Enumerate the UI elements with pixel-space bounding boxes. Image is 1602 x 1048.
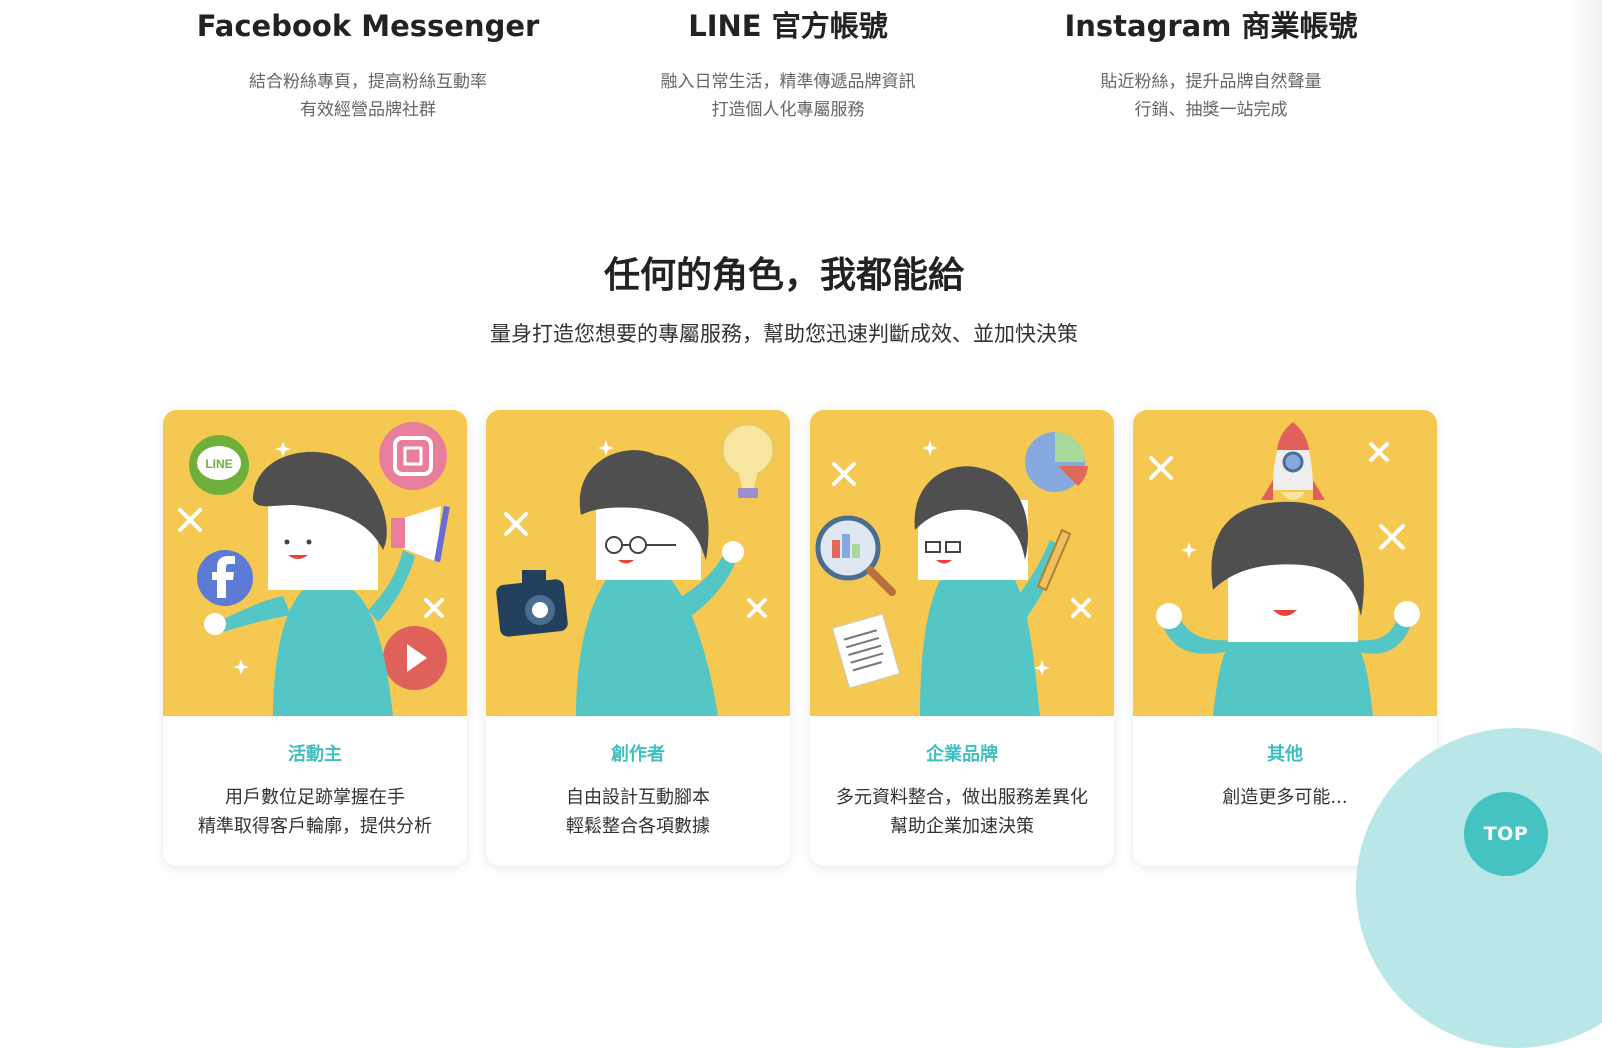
role-name: 企業品牌 xyxy=(926,744,998,765)
role-card-event-host[interactable]: LINE 活動主 用戶數位足跡掌握在手 精準取得客戶輪廓，提供分析 xyxy=(163,410,467,866)
lightbulb-icon xyxy=(720,422,776,498)
play-icon xyxy=(383,626,447,690)
sparkle-icon xyxy=(1181,542,1197,558)
character xyxy=(1156,501,1420,716)
platform-title: Facebook Messenger xyxy=(196,9,540,43)
others-illustration xyxy=(1133,410,1437,716)
role-card-creator[interactable]: 創作者 自由設計互動腳本 輕鬆整合各項數據 xyxy=(486,410,790,866)
character xyxy=(576,450,744,716)
line-logo-text: LINE xyxy=(205,457,232,471)
role-name: 其他 xyxy=(1267,744,1303,765)
camera-icon xyxy=(496,570,568,637)
instagram-icon xyxy=(379,422,447,490)
platform-title: Instagram 商業帳號 xyxy=(1064,9,1358,43)
event-host-illustration: LINE xyxy=(163,410,467,716)
role-name: 創作者 xyxy=(611,744,665,765)
role-card-enterprise-brand[interactable]: 企業品牌 多元資料整合，做出服務差異化 幫助企業加速決策 xyxy=(810,410,1114,866)
platform-description: 貼近粉絲，提升品牌自然聲量 行銷、抽獎一站完成 xyxy=(1100,72,1322,120)
role-description: 用戶數位足跡掌握在手 精準取得客戶輪廓，提供分析 xyxy=(198,787,432,837)
platform-description: 結合粉絲專頁，提高粉絲互動率 有效經營品牌社群 xyxy=(249,72,487,120)
section-title: 任何的角色，我都能給 xyxy=(603,255,964,296)
section-subtitle: 量身打造您想要的專屬服務，幫助您迅速判斷成效、並加快決策 xyxy=(490,322,1078,346)
character xyxy=(914,466,1062,716)
role-description: 自由設計互動腳本 輕鬆整合各項數據 xyxy=(566,787,710,837)
creator-illustration xyxy=(486,410,790,716)
platform-list: Facebook Messenger 結合粉絲專頁，提高粉絲互動率 有效經營品牌… xyxy=(0,0,1568,150)
megaphone-icon xyxy=(391,505,450,563)
facebook-icon xyxy=(197,550,253,606)
enterprise-illustration xyxy=(810,410,1114,716)
rocket-icon xyxy=(1261,422,1325,500)
magnifier-icon xyxy=(815,515,896,596)
platform-instagram-business: Instagram 商業帳號 貼近粉絲，提升品牌自然聲量 行銷、抽獎一站完成 xyxy=(1001,6,1421,124)
pie-chart-icon xyxy=(1025,432,1088,492)
back-to-top-button[interactable]: TOP xyxy=(1464,792,1548,876)
role-description: 多元資料整合，做出服務差異化 幫助企業加速決策 xyxy=(836,787,1088,837)
platform-title: LINE 官方帳號 xyxy=(688,9,888,43)
role-name: 活動主 xyxy=(288,744,342,765)
platform-line-official: LINE 官方帳號 融入日常生活，精準傳遞品牌資訊 打造個人化專屬服務 xyxy=(578,6,998,124)
line-logo-icon: LINE xyxy=(189,435,249,495)
platform-description: 融入日常生活，精準傳遞品牌資訊 打造個人化專屬服務 xyxy=(660,72,916,120)
document-icon xyxy=(831,613,901,689)
platform-facebook-messenger: Facebook Messenger 結合粉絲專頁，提高粉絲互動率 有效經營品牌… xyxy=(158,6,578,124)
